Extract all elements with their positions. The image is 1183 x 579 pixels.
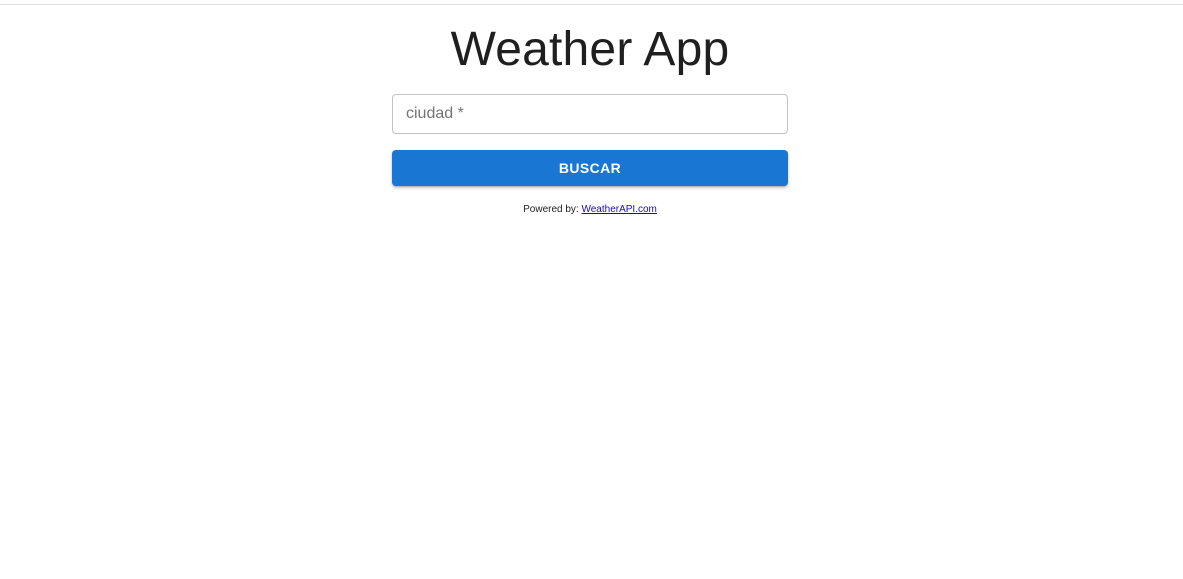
search-button[interactable]: BUSCAR xyxy=(392,150,788,186)
powered-by-text: Powered by: WeatherAPI.com xyxy=(392,203,788,217)
city-search-input[interactable] xyxy=(393,95,787,133)
powered-by-label: Powered by: xyxy=(523,204,582,215)
top-divider xyxy=(0,4,1183,5)
city-search-field[interactable] xyxy=(392,94,788,134)
weatherapi-link[interactable]: WeatherAPI.com xyxy=(581,204,656,215)
page-title: Weather App xyxy=(450,23,730,76)
